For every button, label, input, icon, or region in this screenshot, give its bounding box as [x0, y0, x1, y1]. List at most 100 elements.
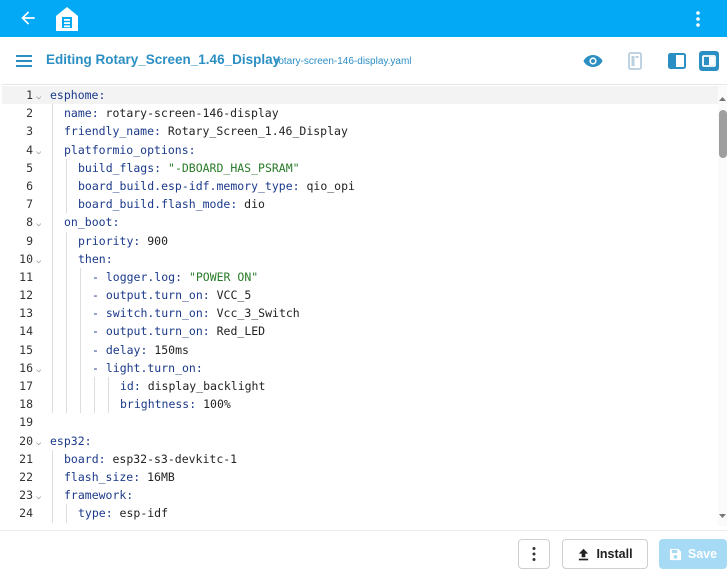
scroll-down-icon[interactable]	[719, 512, 726, 519]
scroll-up-icon[interactable]	[719, 96, 726, 103]
indent-guide	[94, 377, 95, 396]
vertical-scrollbar[interactable]	[718, 86, 727, 526]
yaml-value: Vcc_3_Switch	[209, 306, 300, 321]
yaml-value: 100%	[196, 397, 231, 412]
code-text: type: esp-idf	[78, 504, 168, 522]
code-line[interactable]: 21 board: esp32-s3-devkitc-1	[2, 449, 718, 468]
editor-title: Editing Rotary_Screen_1.46_Display	[46, 52, 281, 67]
code-text: - light.turn_on:	[92, 359, 203, 377]
more-vertical-icon[interactable]	[689, 9, 707, 29]
line-number: 15	[19, 342, 33, 357]
code-line[interactable]: 1 ⌵ esphome:	[2, 86, 718, 105]
editor-header: Editing Rotary_Screen_1.46_Display rotar…	[2, 37, 727, 85]
line-number: 23	[19, 488, 33, 503]
yaml-value: 150ms	[147, 342, 189, 357]
line-number: 2	[26, 106, 33, 121]
indent-guide	[108, 377, 109, 396]
line-number: 17	[19, 379, 33, 393]
code-line[interactable]: 14 - output.turn_on: Red_LED	[2, 322, 718, 341]
panel-left-icon[interactable]	[666, 50, 688, 72]
code-line[interactable]: 23 ⌵ framework:	[2, 486, 718, 505]
split-view-icon[interactable]	[624, 50, 646, 72]
yaml-key: platformio_options:	[64, 142, 196, 157]
install-button[interactable]: Install	[562, 539, 648, 569]
code-line[interactable]: 6 board_build.esp-idf.memory_type: qio_op…	[2, 176, 718, 196]
indent-guide	[52, 140, 53, 159]
yaml-key: board_build.flash_mode:	[78, 197, 238, 212]
code-line[interactable]: 9 priority: 900	[2, 231, 718, 250]
code-line[interactable]: 13 - switch.turn_on: Vcc_3_Switch	[2, 304, 718, 323]
indent-guide	[52, 395, 53, 414]
code-line[interactable]: 7 board_build.flash_mode: dio	[2, 195, 718, 214]
indent-guide	[66, 176, 67, 196]
yaml-key: name:	[64, 106, 99, 121]
more-vertical-icon	[532, 547, 536, 561]
code-text: name: rotary-screen-146-display	[64, 104, 279, 122]
indent-guide	[80, 340, 81, 359]
code-line[interactable]: 20 ⌵ esp32:	[2, 432, 718, 450]
yaml-key: - output.turn_on:	[92, 324, 210, 339]
arrow-left-icon[interactable]	[18, 8, 38, 28]
indent-guide	[52, 286, 53, 305]
indent-guide	[52, 231, 53, 250]
code-line[interactable]: 18 brightness: 100%	[2, 395, 718, 414]
more-actions-button[interactable]	[518, 539, 550, 569]
save-button[interactable]: Save	[659, 539, 727, 569]
code-text: id: display_backlight	[120, 377, 265, 395]
yaml-value: Rotary_Screen_1.46_Display	[160, 124, 348, 139]
indent-guide	[66, 358, 67, 377]
code-text: - logger.log: "POWER ON"	[92, 268, 258, 286]
indent-guide	[52, 358, 53, 377]
code-line[interactable]: 15 - delay: 150ms	[2, 340, 718, 359]
yaml-value: "-DBOARD_HAS_PSRAM"	[161, 160, 300, 175]
code-line[interactable]: 10 ⌵ then:	[2, 249, 718, 268]
code-line[interactable]: 12 - output.turn_on: VCC_5	[2, 286, 718, 305]
upload-icon	[579, 548, 589, 560]
yaml-value: dio	[237, 197, 265, 212]
code-line[interactable]: 8 ⌵ on_boot:	[2, 213, 718, 232]
panel-full-icon[interactable]	[698, 50, 720, 72]
code-line[interactable]: 5 build_flags: "-DBOARD_HAS_PSRAM"	[2, 158, 718, 177]
indent-guide	[52, 213, 53, 232]
eye-icon[interactable]	[582, 50, 604, 72]
indent-guide	[52, 249, 53, 268]
code-line[interactable]: 2 name: rotary-screen-146-display	[2, 104, 718, 123]
code-text: - delay: 150ms	[92, 341, 189, 359]
line-number: 12	[19, 288, 33, 303]
editor-filename: rotary-screen-146-display.yaml	[275, 56, 412, 67]
code-line[interactable]: 4 ⌵ platformio_options:	[2, 140, 718, 159]
line-number: 13	[19, 306, 33, 321]
code-line[interactable]: 3 friendly_name: Rotary_Screen_1.46_Displ…	[2, 122, 718, 141]
code-line[interactable]: 11 - logger.log: "POWER ON"	[2, 267, 718, 287]
yaml-key: friendly_name:	[64, 124, 161, 139]
indent-guide	[52, 467, 53, 487]
yaml-value: rotary-screen-146-display	[98, 106, 279, 121]
indent-guide	[80, 358, 81, 377]
yaml-key: esp32:	[50, 433, 92, 448]
line-number: 4	[26, 142, 33, 157]
code-text: - switch.turn_on: Vcc_3_Switch	[92, 304, 300, 322]
code-line[interactable]: 16 ⌵ - light.turn_on:	[2, 358, 718, 377]
code-line[interactable]: 22 flash_size: 16MB	[2, 467, 718, 487]
indent-guide	[52, 267, 53, 287]
indent-guide	[80, 267, 81, 287]
hamburger-menu-icon[interactable]	[15, 52, 33, 70]
indent-guide	[66, 377, 67, 396]
yaml-key: - output.turn_on:	[92, 288, 210, 303]
indent-guide	[66, 249, 67, 268]
line-number: 10	[19, 251, 33, 266]
scrollbar-thumb[interactable]	[719, 110, 727, 158]
yaml-key: board:	[64, 451, 106, 466]
action-bar: Install Save	[0, 530, 727, 571]
code-editor[interactable]: 1 ⌵ esphome: 2 name: rotary-screen-146-displ…	[2, 86, 718, 526]
yaml-key: - light.turn_on:	[92, 360, 203, 375]
code-text: framework:	[64, 486, 133, 504]
code-line[interactable]: 19	[2, 413, 718, 431]
indent-guide	[108, 395, 109, 414]
indent-guide	[52, 486, 53, 505]
line-number: 16	[19, 360, 33, 375]
indent-guide	[80, 395, 81, 414]
code-line[interactable]: 24 type: esp-idf	[2, 504, 718, 523]
code-line[interactable]: 17 id: display_backlight	[2, 377, 718, 396]
line-number: 14	[19, 324, 33, 339]
